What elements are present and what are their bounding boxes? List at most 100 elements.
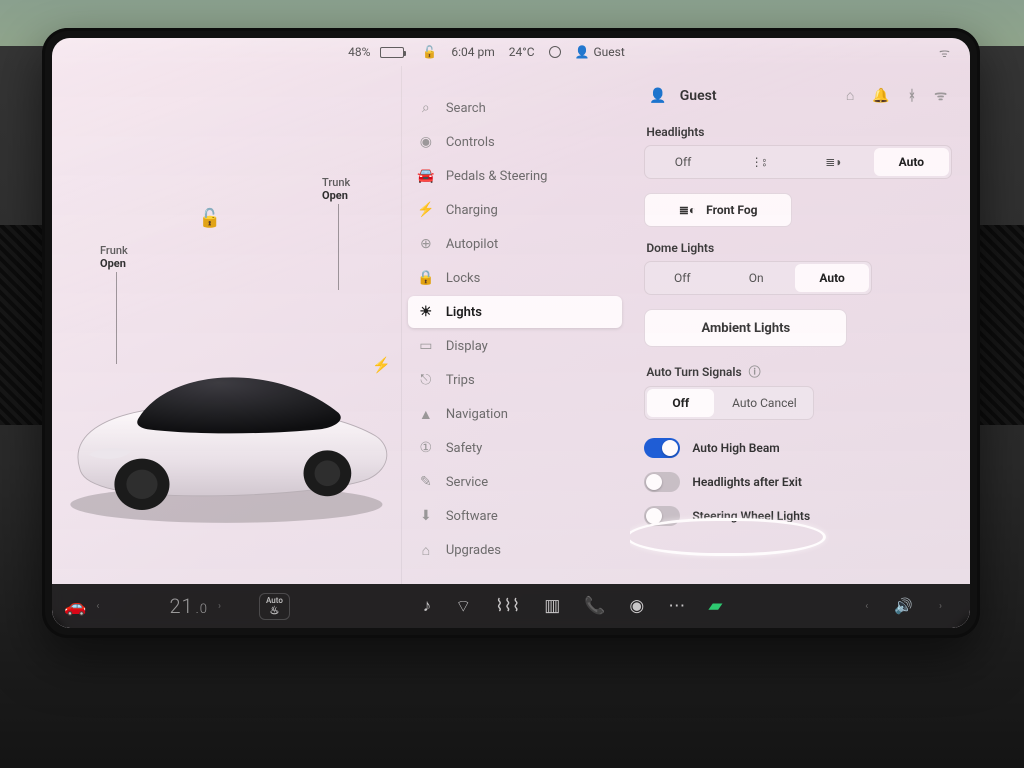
volume-icon[interactable]: 🔊 <box>894 597 913 615</box>
dock-apps: ♪ ⌔ ⌇⌇⌇ ▥ 📞 ◉ ⋯ ▰ <box>290 596 855 617</box>
homelink-icon[interactable]: ⌂ <box>841 87 859 104</box>
sidebar-item-autopilot[interactable]: ⊕Autopilot <box>408 228 623 260</box>
volume-up[interactable]: › <box>929 601 952 612</box>
profile-status[interactable]: 👤 Guest <box>575 45 625 59</box>
energy-app-icon[interactable]: ▰ <box>708 596 725 616</box>
auto-turn-signals-label: Auto Turn Signals ⓘ <box>646 363 952 380</box>
phone-app-icon[interactable]: 📞 <box>584 596 605 616</box>
lights-settings-panel: 👤 Guest ⌂ 🔔 ᚼ ᯤ Headlights Off ⋮⦂ ≣◗ Aut… <box>630 66 970 584</box>
ambient-lights-button[interactable]: Ambient Lights <box>644 309 847 347</box>
pedals-icon: 🚘 <box>418 168 434 184</box>
sidebar-item-label: Locks <box>446 271 481 286</box>
dashcam-icon[interactable]: ◉ <box>629 596 644 616</box>
headlights-on[interactable]: ≣◗ <box>796 146 871 178</box>
status-bar: 48% 🔓 6:04 pm 24°C 👤 Guest ᯤ <box>52 38 970 66</box>
profile-name[interactable]: Guest <box>680 88 717 104</box>
sidebar-item-label: Upgrades <box>446 543 501 558</box>
sidebar-item-navigation[interactable]: ▲Navigation <box>408 398 623 430</box>
sidebar-item-controls[interactable]: ◉Controls <box>408 126 623 158</box>
sidebar-item-locks[interactable]: 🔒 Locks <box>408 262 623 294</box>
sentry-icon[interactable] <box>549 46 561 58</box>
battery-percent[interactable]: 48% <box>348 45 370 59</box>
main-area: 🔓 Frunk Open Trunk Open ⚡ <box>52 66 970 584</box>
headlights-off[interactable]: Off <box>645 146 720 178</box>
car-render[interactable] <box>52 275 401 532</box>
search-icon: ⌕ <box>418 100 434 116</box>
safety-icon: ① <box>418 440 434 456</box>
profile-status-name: Guest <box>593 45 624 59</box>
notifications-icon[interactable]: 🔔 <box>867 88 894 104</box>
headlights-parking[interactable]: ⋮⦂ <box>721 146 796 178</box>
dome-auto[interactable]: Auto <box>795 264 869 292</box>
ambient-lights-label: Ambient Lights <box>701 321 790 336</box>
all-apps-icon[interactable]: ⋯ <box>668 596 685 616</box>
frunk-label: Frunk <box>100 244 128 257</box>
sidebar-item-label: Lights <box>446 305 482 320</box>
wipers-icon[interactable]: ⌔ <box>455 596 471 617</box>
headlights-after-exit-toggle[interactable] <box>644 472 680 492</box>
sidebar-item-software[interactable]: ⬇ Software <box>408 500 623 532</box>
outside-temperature[interactable]: 24°C <box>509 45 535 59</box>
dome-on[interactable]: On <box>719 262 793 294</box>
front-fog-label: Front Fog <box>706 203 757 217</box>
car-quick-controls-icon[interactable]: 🚗 <box>64 596 86 617</box>
trunk-callout[interactable]: Trunk Open <box>322 176 350 202</box>
lights-icon: ☀ <box>418 304 434 320</box>
front-fog-button[interactable]: ≣◐ Front Fog <box>644 193 792 227</box>
dome-lights-selector: Off On Auto <box>644 261 872 295</box>
defrost-rear-icon[interactable]: ▥ <box>544 596 560 616</box>
lock-icon[interactable]: 🔓 <box>422 45 437 59</box>
touchscreen: 48% 🔓 6:04 pm 24°C 👤 Guest ᯤ <box>52 38 970 628</box>
headlights-after-exit-label: Headlights after Exit <box>692 475 802 489</box>
locks-icon: 🔒 <box>418 270 434 286</box>
low-beam-icon: ≣◗ <box>825 155 842 169</box>
car-unlock-icon[interactable]: 🔓 <box>199 208 221 229</box>
defrost-front-icon[interactable]: ⌇⌇⌇ <box>495 596 520 616</box>
sidebar-item-service[interactable]: ✎Service <box>408 466 623 498</box>
wifi-icon[interactable]: ᯤ <box>939 44 950 61</box>
sidebar-item-label: Search <box>446 101 486 116</box>
autopilot-icon: ⊕ <box>418 236 434 252</box>
person-icon: 👤 <box>575 45 590 59</box>
steering-wheel-lights-label: Steering Wheel Lights <box>692 509 810 523</box>
trunk-state: Open <box>322 189 348 202</box>
temp-down[interactable]: ‹ <box>86 601 109 612</box>
temp-up[interactable]: › <box>208 601 231 612</box>
clock[interactable]: 6:04 pm <box>451 45 494 59</box>
headlights-auto[interactable]: Auto <box>874 148 949 176</box>
wifi-settings-icon[interactable]: ᯤ <box>929 86 952 105</box>
turn-signals-auto-cancel[interactable]: Auto Cancel <box>716 387 812 419</box>
sidebar-item-label: Trips <box>446 373 475 388</box>
sidebar-item-label: Software <box>446 509 498 524</box>
sidebar-item-trips[interactable]: ⎋ Trips <box>408 364 623 396</box>
auto-high-beam-toggle[interactable] <box>644 438 680 458</box>
frunk-callout[interactable]: Frunk Open <box>100 244 128 270</box>
sidebar-item-lights[interactable]: ☀ Lights <box>408 296 623 328</box>
sidebar-item-label: Safety <box>446 441 482 456</box>
sidebar-item-pedals-steering[interactable]: 🚘Pedals & Steering <box>408 160 623 192</box>
dome-off[interactable]: Off <box>645 262 719 294</box>
sidebar-item-display[interactable]: ▭Display <box>408 330 623 362</box>
steering-wheel-lights-toggle[interactable] <box>644 506 680 526</box>
info-icon[interactable]: ⓘ <box>749 365 761 379</box>
bluetooth-icon[interactable]: ᚼ <box>903 88 921 104</box>
driver-temperature[interactable]: 21.0 <box>109 594 208 618</box>
upgrades-icon: ⌂ <box>418 542 434 559</box>
turn-signals-off[interactable]: Off <box>647 389 714 417</box>
battery-icon[interactable] <box>380 47 404 58</box>
controls-icon: ◉ <box>418 134 434 150</box>
music-app-icon[interactable]: ♪ <box>423 596 432 616</box>
headlights-selector: Off ⋮⦂ ≣◗ Auto <box>644 145 952 179</box>
sidebar-item-search[interactable]: ⌕ Search <box>408 92 623 124</box>
sidebar-item-safety[interactable]: ① Safety <box>408 432 623 464</box>
volume-down[interactable]: ‹ <box>855 601 878 612</box>
trunk-label: Trunk <box>322 176 350 189</box>
software-icon: ⬇ <box>418 508 434 524</box>
sidebar-item-label: Navigation <box>446 407 508 422</box>
trips-icon: ⎋ <box>418 372 434 388</box>
sidebar-item-charging[interactable]: ⚡Charging <box>408 194 623 226</box>
auto-high-beam-label: Auto High Beam <box>692 441 779 455</box>
climate-auto-button[interactable]: Auto ♨ <box>259 593 290 620</box>
sidebar-item-upgrades[interactable]: ⌂ Upgrades <box>408 534 623 566</box>
display-icon: ▭ <box>418 338 434 354</box>
